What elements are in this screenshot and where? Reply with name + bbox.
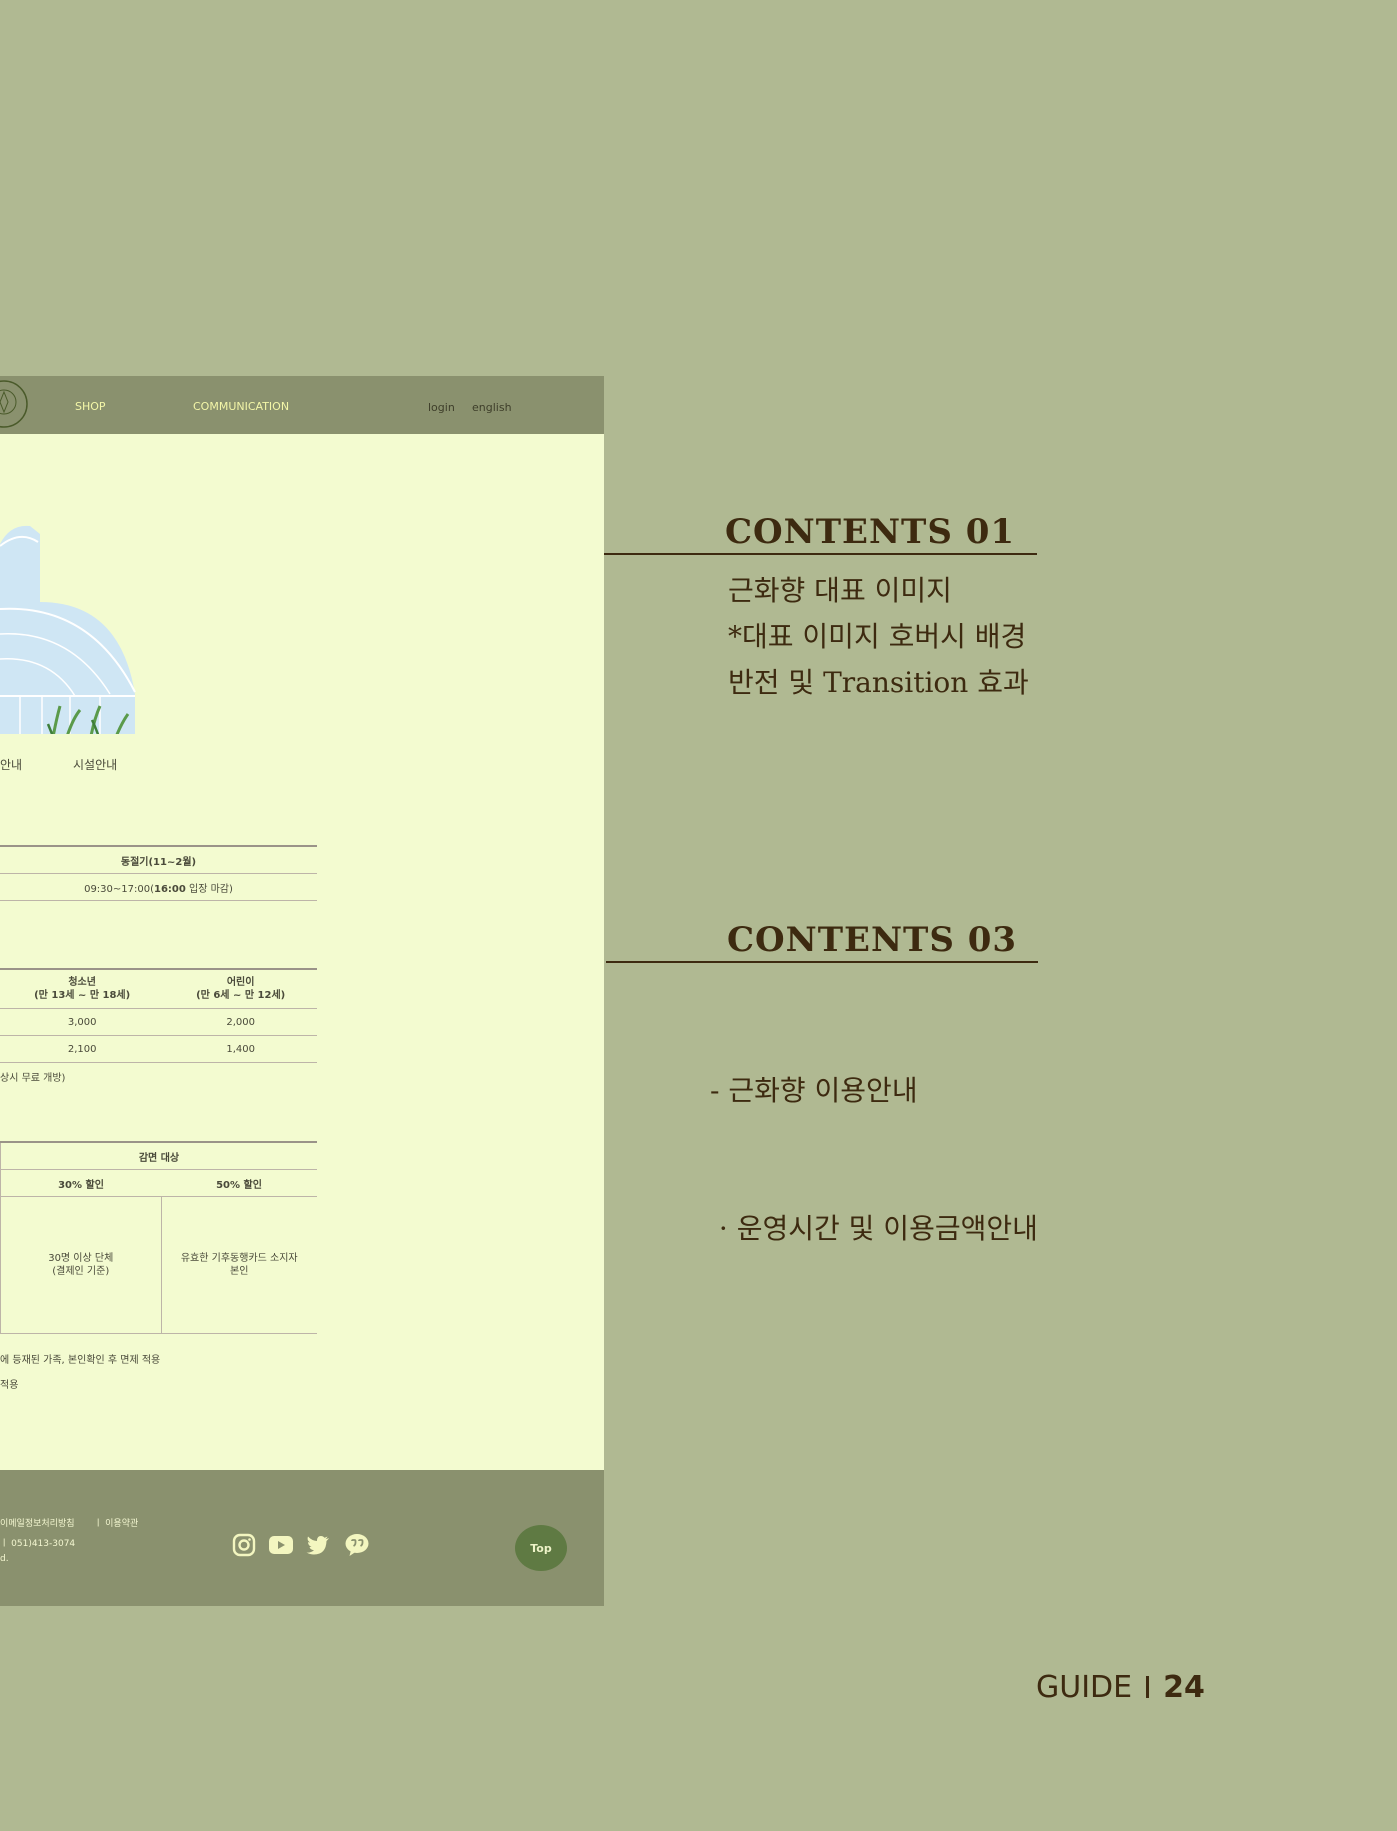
fee-header-child: 어린이 (만 6세 ~ 만 12세) — [164, 969, 317, 1009]
hours-header: 동절기(11~2월) — [0, 846, 317, 874]
footer-phone: ㅣ 051)413-3074 — [0, 1539, 76, 1549]
youtube-icon[interactable] — [268, 1532, 294, 1558]
login-link[interactable]: login — [428, 401, 455, 414]
hours-row: 09:30~17:00(16:00 입장 마감) — [0, 873, 317, 901]
nav-bar: SHOP COMMUNICATION login english — [0, 376, 604, 434]
discount-table: 감면 대상 30% 할인 50% 할인 30명 이상 단체 (결제인 기준) 유효… — [0, 1141, 317, 1334]
guide-separator — [1146, 1676, 1150, 1698]
tab-guide[interactable]: 안내 — [0, 756, 22, 773]
footer-terms-link[interactable]: ㅣ 이용약관 — [94, 1516, 138, 1529]
contents-01-text: 근화향 대표 이미지 *대표 이미지 호버시 배경 반전 및 Transitio… — [728, 574, 1029, 699]
greenhouse-illustration — [0, 525, 136, 734]
fee-cell: 3,000 — [0, 1008, 165, 1036]
website-mockup: SHOP COMMUNICATION login english 안내 시설안내… — [0, 376, 604, 1606]
discount-note-2: 적용 — [0, 1380, 19, 1391]
footer-privacy-link[interactable]: 이메일정보처리방침 — [0, 1516, 75, 1529]
tab-facility[interactable]: 시설안내 — [73, 756, 117, 773]
contents-01-title: CONTENTS 01 — [725, 512, 1016, 552]
fee-header-youth: 청소년 (만 13세 ~ 만 18세) — [0, 969, 165, 1009]
contents-03-title: CONTENTS 03 — [727, 920, 1018, 960]
nav-link-shop[interactable]: SHOP — [75, 400, 106, 413]
page-footer: GUIDE 24 — [1036, 1670, 1205, 1705]
logo-icon — [0, 380, 28, 428]
contents-03-text: - 근화향 이용안내 · 운영시간 및 이용금액안내 — [710, 1074, 1038, 1245]
contents-03-underline — [606, 961, 1038, 963]
english-link[interactable]: english — [472, 401, 512, 414]
instagram-icon[interactable] — [231, 1532, 257, 1558]
discount-sub-30: 30% 할인 — [0, 1169, 161, 1197]
discount-cell-card: 유효한 기후동행카드 소지자 본인 — [161, 1196, 317, 1334]
fee-table: 청소년 (만 13세 ~ 만 18세) 어린이 (만 6세 ~ 만 12세) 3,0… — [0, 968, 317, 1063]
top-button[interactable]: Top — [515, 1525, 567, 1571]
nav-link-communication[interactable]: COMMUNICATION — [193, 400, 289, 413]
discount-cell-group: 30명 이상 단체 (결제인 기준) — [0, 1196, 162, 1334]
fee-cell: 2,000 — [164, 1008, 317, 1036]
hours-table: 동절기(11~2월) 09:30~17:00(16:00 입장 마감) — [0, 845, 317, 901]
discount-note-1: 에 등재된 가족, 본인확인 후 면제 적용 — [0, 1355, 161, 1366]
footer: 이메일정보처리방침 ㅣ 이용약관 ㅣ 051)413-3074 d. Top — [0, 1470, 604, 1606]
guide-label: GUIDE — [1036, 1670, 1133, 1705]
discount-sub-50: 50% 할인 — [161, 1169, 317, 1197]
footer-copyright: d. — [0, 1554, 9, 1564]
page-number: 24 — [1163, 1670, 1205, 1705]
twitter-icon[interactable] — [305, 1532, 331, 1558]
fee-note: 상시 무료 개방) — [0, 1073, 66, 1084]
fee-cell: 2,100 — [0, 1035, 165, 1063]
discount-header: 감면 대상 — [0, 1142, 317, 1170]
contents-01-underline — [604, 553, 1037, 555]
fee-cell: 1,400 — [164, 1035, 317, 1063]
kakaotalk-icon[interactable] — [344, 1532, 370, 1558]
